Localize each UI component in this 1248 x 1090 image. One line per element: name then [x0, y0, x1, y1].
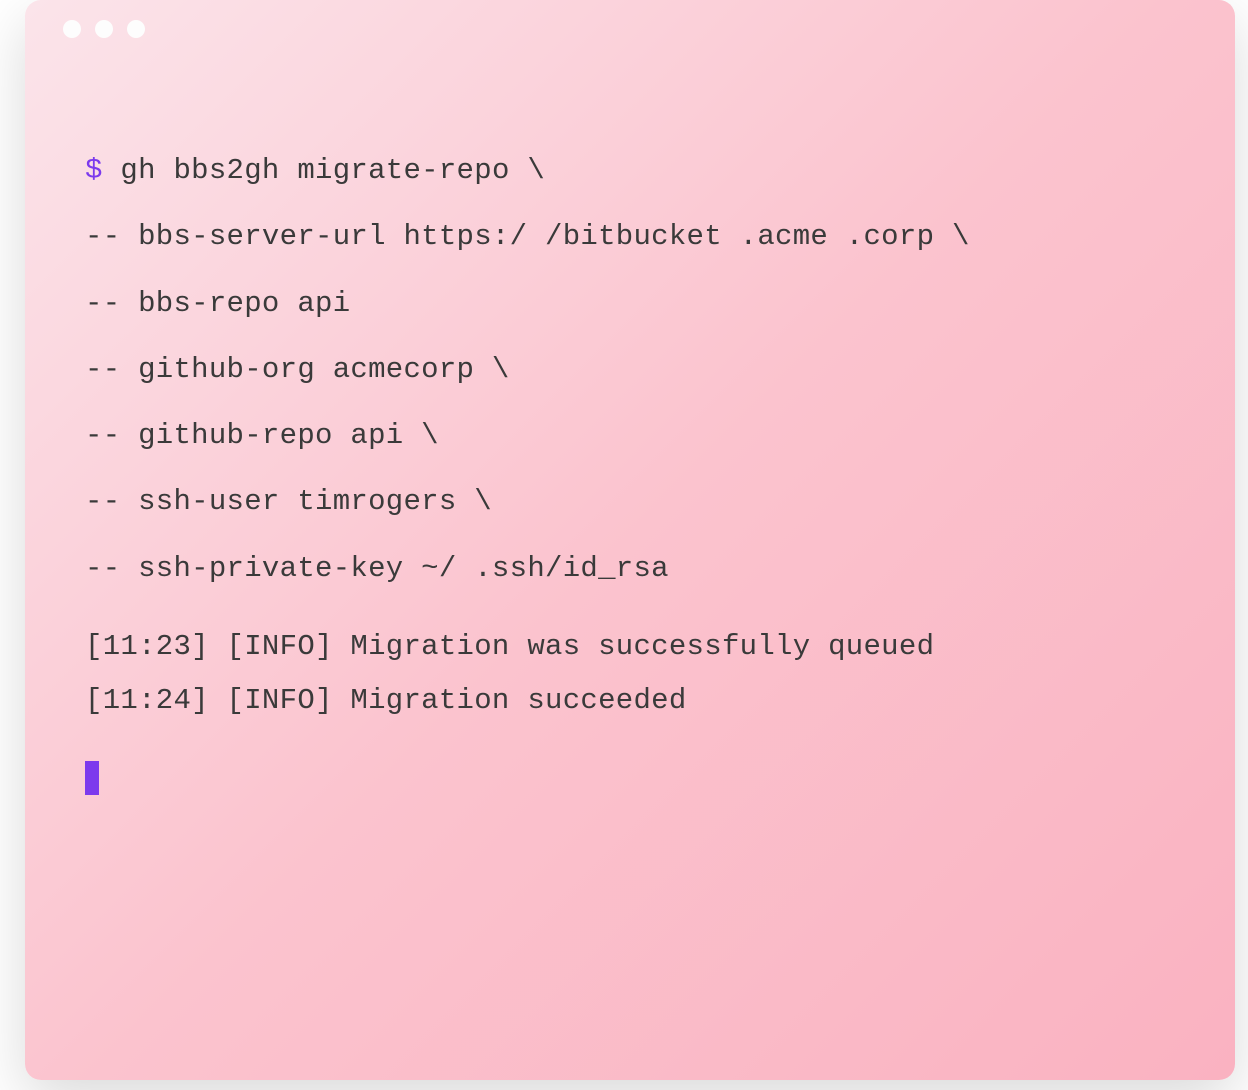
terminal-window: $ gh bbs2gh migrate-repo \ -- bbs-server… — [25, 0, 1235, 1080]
traffic-light-minimize[interactable] — [95, 20, 113, 38]
output-line: [11:23] [INFO] Migration was successfull… — [85, 629, 1175, 665]
command-line: $ gh bbs2gh migrate-repo \ — [85, 153, 1175, 189]
cursor-row — [85, 761, 1175, 797]
command-line: -- bbs-repo api — [85, 286, 1175, 322]
command-line: -- github-org acmecorp \ — [85, 352, 1175, 388]
command-text: gh bbs2gh migrate-repo \ — [120, 154, 545, 187]
terminal-cursor — [85, 761, 99, 795]
window-titlebar — [25, 0, 1235, 58]
command-line: -- ssh-user timrogers \ — [85, 484, 1175, 520]
command-line: -- bbs-server-url https:/ /bitbucket .ac… — [85, 219, 1175, 255]
traffic-light-close[interactable] — [63, 20, 81, 38]
command-line: -- ssh-private-key ~/ .ssh/id_rsa — [85, 551, 1175, 587]
terminal-body[interactable]: $ gh bbs2gh migrate-repo \ -- bbs-server… — [25, 58, 1235, 798]
command-block: $ gh bbs2gh migrate-repo \ -- bbs-server… — [85, 153, 1175, 587]
output-line: [11:24] [INFO] Migration succeeded — [85, 683, 1175, 719]
traffic-light-zoom[interactable] — [127, 20, 145, 38]
output-block: [11:23] [INFO] Migration was successfull… — [85, 629, 1175, 720]
command-line: -- github-repo api \ — [85, 418, 1175, 454]
prompt-symbol: $ — [85, 154, 120, 187]
